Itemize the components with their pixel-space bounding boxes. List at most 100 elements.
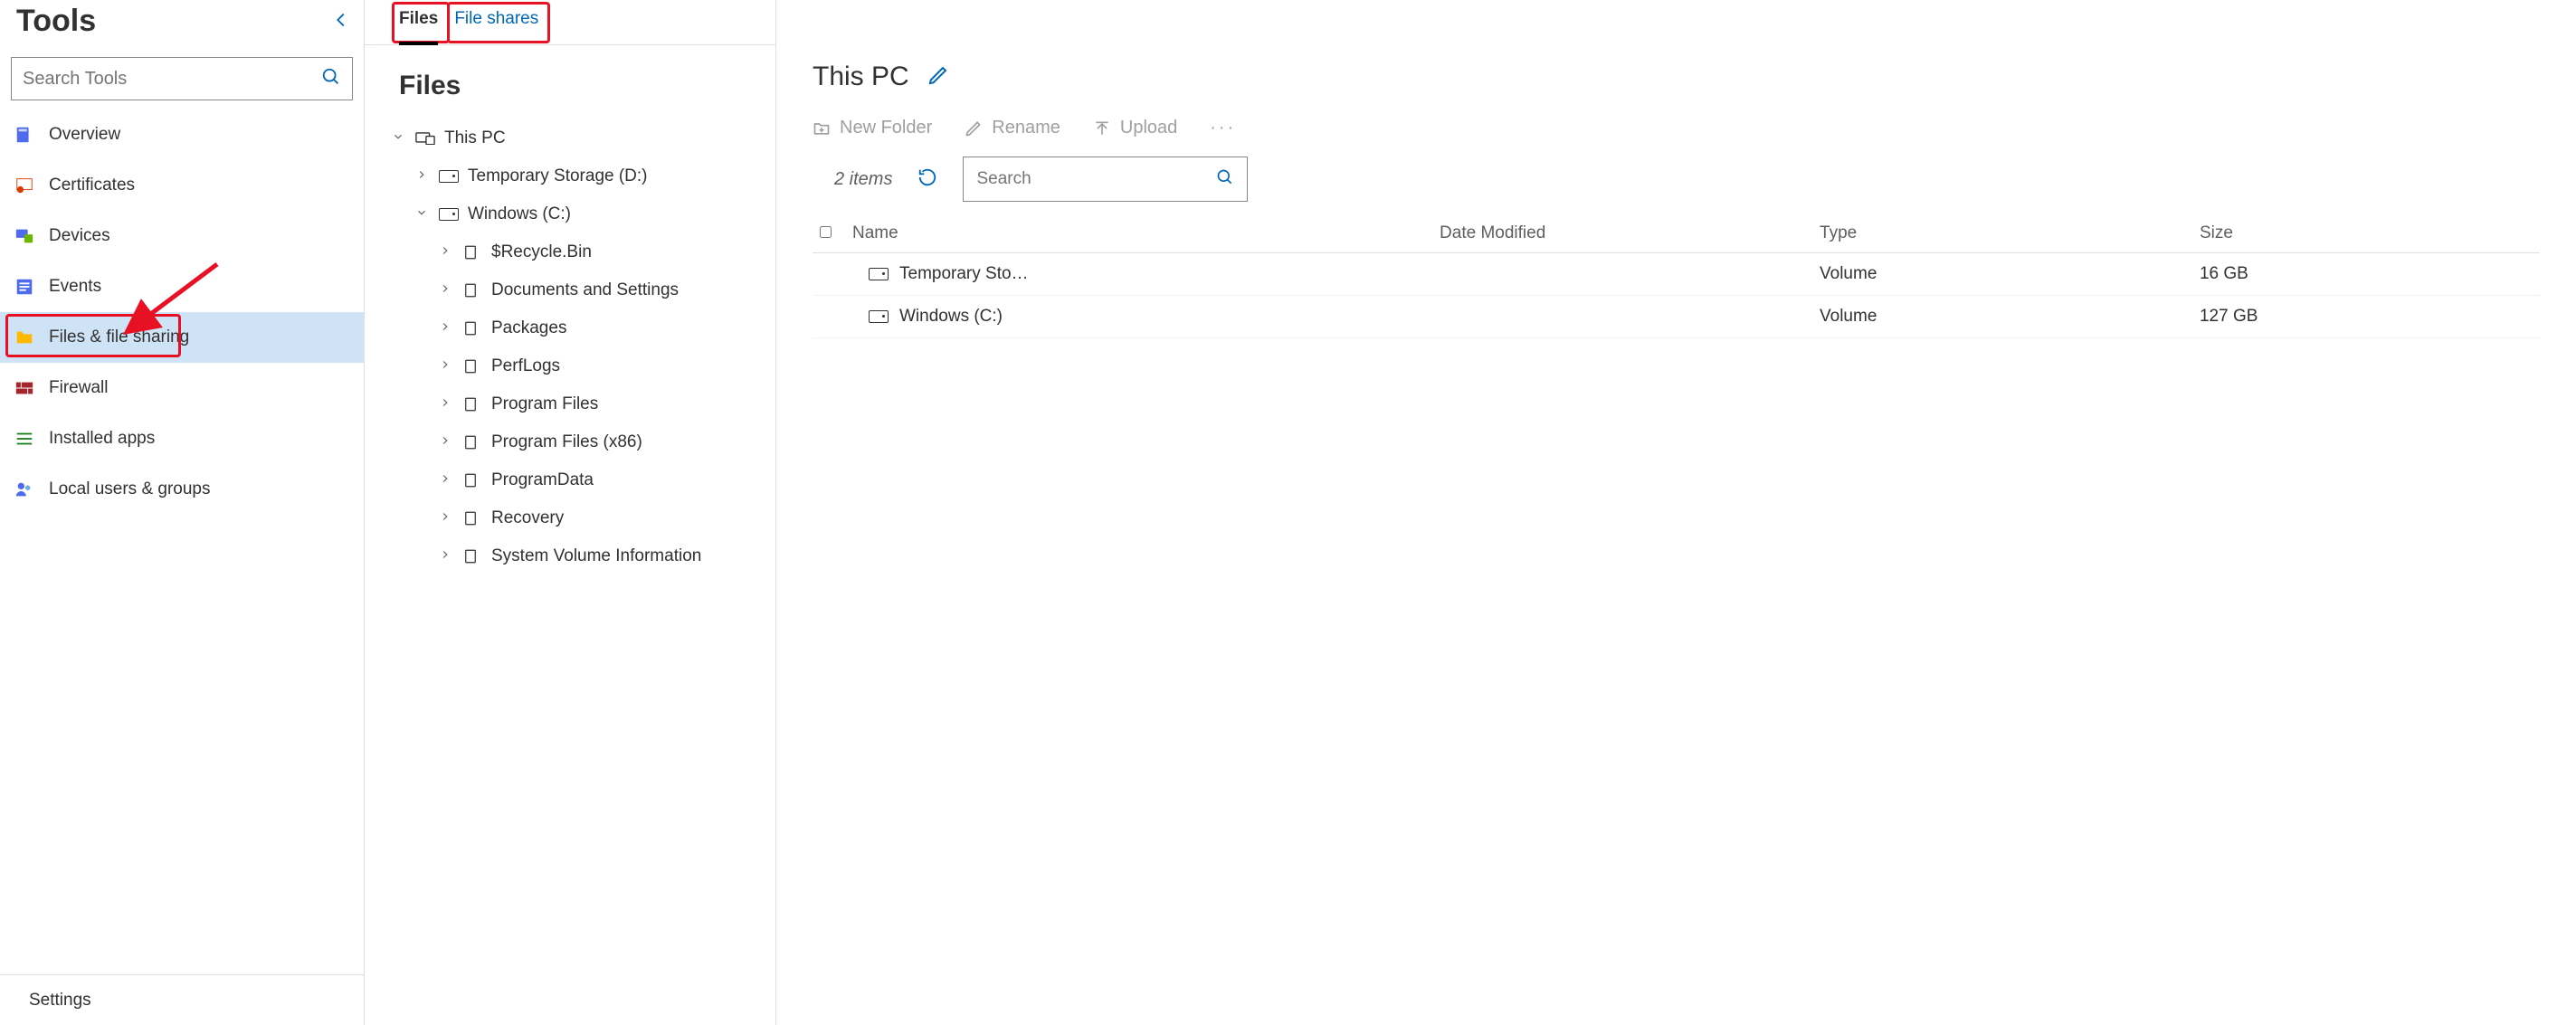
tree-node-drive-c[interactable]: Windows (C:)	[413, 195, 775, 233]
collapse-sidebar-icon[interactable]	[331, 10, 351, 33]
tree-node-drive-d[interactable]: Temporary Storage (D:)	[413, 157, 775, 195]
folder-outline-icon	[462, 282, 482, 299]
tree-node-folder[interactable]: Packages	[437, 309, 775, 347]
table-row[interactable]: Temporary Sto…Volume16 GB	[813, 253, 2540, 296]
rename-button[interactable]: Rename	[965, 118, 1060, 138]
tree-node-label: Documents and Settings	[491, 280, 679, 300]
tree-node-folder[interactable]: ProgramData	[437, 461, 775, 499]
file-type: Volume	[1812, 296, 2192, 338]
search-icon	[1216, 168, 1234, 190]
chevron-right-icon[interactable]	[437, 472, 453, 489]
search-icon	[321, 67, 341, 90]
chevron-right-icon[interactable]	[437, 396, 453, 413]
chevron-right-icon[interactable]	[437, 358, 453, 375]
table-header-row: Name Date Modified Type Size	[813, 214, 2540, 253]
tools-sidebar: Tools Overview Certificates Devi	[0, 0, 365, 1025]
chevron-right-icon[interactable]	[437, 282, 453, 299]
sidebar-item-label: Certificates	[49, 176, 135, 195]
column-header-type[interactable]: Type	[1812, 214, 2192, 253]
tree-node-label: ProgramData	[491, 470, 594, 490]
sidebar-settings[interactable]: Settings	[0, 974, 364, 1025]
tree-node-this-pc[interactable]: This PC	[390, 119, 775, 157]
file-name: Windows (C:)	[899, 307, 1003, 327]
tree-node-label: PerfLogs	[491, 356, 560, 376]
more-actions-button[interactable]: ···	[1210, 118, 1236, 138]
file-search-input[interactable]	[976, 169, 1207, 189]
tree-node-label: Windows (C:)	[468, 204, 571, 224]
edit-location-button[interactable]	[927, 64, 949, 90]
folder-icon	[14, 327, 34, 347]
firewall-icon	[14, 378, 34, 398]
tab-file-shares[interactable]: File shares	[454, 9, 538, 44]
column-header-date[interactable]: Date Modified	[1432, 214, 1812, 253]
file-table: Name Date Modified Type Size Temporary S…	[813, 214, 2540, 338]
sidebar-list: Overview Certificates Devices Events	[0, 109, 364, 974]
sidebar-item-devices[interactable]: Devices	[0, 211, 364, 261]
tree-node-folder[interactable]: Documents and Settings	[437, 271, 775, 309]
tree-node-label: Packages	[491, 318, 566, 338]
tree-node-label: Program Files (x86)	[491, 432, 642, 452]
chevron-right-icon[interactable]	[437, 548, 453, 565]
sidebar-item-overview[interactable]: Overview	[0, 109, 364, 160]
tools-search-input[interactable]	[23, 69, 321, 90]
devices-icon	[14, 226, 34, 246]
chevron-down-icon[interactable]	[413, 206, 430, 223]
sidebar-item-label: Devices	[49, 226, 110, 246]
chevron-right-icon[interactable]	[437, 320, 453, 337]
sidebar-item-local-users[interactable]: Local users & groups	[0, 464, 364, 515]
sidebar-item-certificates[interactable]: Certificates	[0, 160, 364, 211]
folder-outline-icon	[462, 548, 482, 565]
tree-node-folder[interactable]: System Volume Information	[437, 537, 775, 575]
sidebar-header: Tools	[0, 0, 364, 46]
tabs-row: Files File shares	[365, 0, 775, 45]
drive-icon	[439, 206, 459, 223]
tree-node-folder[interactable]: PerfLogs	[437, 347, 775, 385]
sidebar-item-installed-apps[interactable]: Installed apps	[0, 413, 364, 464]
file-search-box[interactable]	[963, 157, 1248, 202]
tab-files[interactable]: Files	[399, 9, 438, 44]
chevron-down-icon[interactable]	[390, 130, 406, 147]
folder-tree[interactable]: This PC Temporary Storage (D:) Windows (…	[365, 114, 775, 1025]
table-row[interactable]: Windows (C:)Volume127 GB	[813, 296, 2540, 338]
chevron-right-icon[interactable]	[437, 244, 453, 261]
sidebar-item-label: Overview	[49, 125, 120, 145]
file-date	[1432, 253, 1812, 296]
column-header-name[interactable]: Name	[845, 214, 1432, 253]
chevron-right-icon[interactable]	[413, 168, 430, 185]
sidebar-item-firewall[interactable]: Firewall	[0, 363, 364, 413]
sidebar-item-files[interactable]: Files & file sharing	[0, 312, 364, 363]
toolbar-label: New Folder	[840, 118, 932, 138]
column-header-size[interactable]: Size	[2192, 214, 2540, 253]
tree-node-label: This PC	[444, 128, 506, 148]
sidebar-title: Tools	[16, 4, 96, 39]
tree-node-folder[interactable]: Recovery	[437, 499, 775, 537]
chevron-right-icon[interactable]	[437, 434, 453, 451]
folder-outline-icon	[462, 396, 482, 413]
tree-node-folder[interactable]: $Recycle.Bin	[437, 233, 775, 271]
settings-label: Settings	[29, 991, 91, 1011]
upload-button[interactable]: Upload	[1093, 118, 1177, 138]
folder-outline-icon	[462, 434, 482, 451]
certificate-icon	[14, 176, 34, 195]
location-row: This PC	[813, 0, 2540, 92]
events-icon	[14, 277, 34, 297]
tab-label: File shares	[454, 9, 538, 28]
tree-node-folder[interactable]: Program Files	[437, 385, 775, 423]
tree-node-folder[interactable]: Program Files (x86)	[437, 423, 775, 461]
tree-node-label: Program Files	[491, 394, 598, 414]
chevron-right-icon[interactable]	[437, 510, 453, 527]
file-list-pane: This PC New Folder Rename Upload ··· 2 i…	[776, 0, 2576, 1025]
drive-icon	[869, 268, 889, 280]
refresh-button[interactable]	[917, 167, 937, 191]
files-tree-pane: Files File shares Files This PC Temporar…	[365, 0, 776, 1025]
tree-node-label: Temporary Storage (D:)	[468, 166, 648, 186]
tree-node-label: $Recycle.Bin	[491, 242, 592, 262]
folder-outline-icon	[462, 510, 482, 527]
toolbar-label: Upload	[1120, 118, 1177, 138]
select-all-checkbox[interactable]	[820, 226, 832, 238]
sidebar-item-label: Installed apps	[49, 429, 155, 449]
new-folder-button[interactable]: New Folder	[813, 118, 932, 138]
tools-search-box[interactable]	[11, 57, 353, 100]
toolbar-label: Rename	[992, 118, 1060, 138]
sidebar-item-events[interactable]: Events	[0, 261, 364, 312]
